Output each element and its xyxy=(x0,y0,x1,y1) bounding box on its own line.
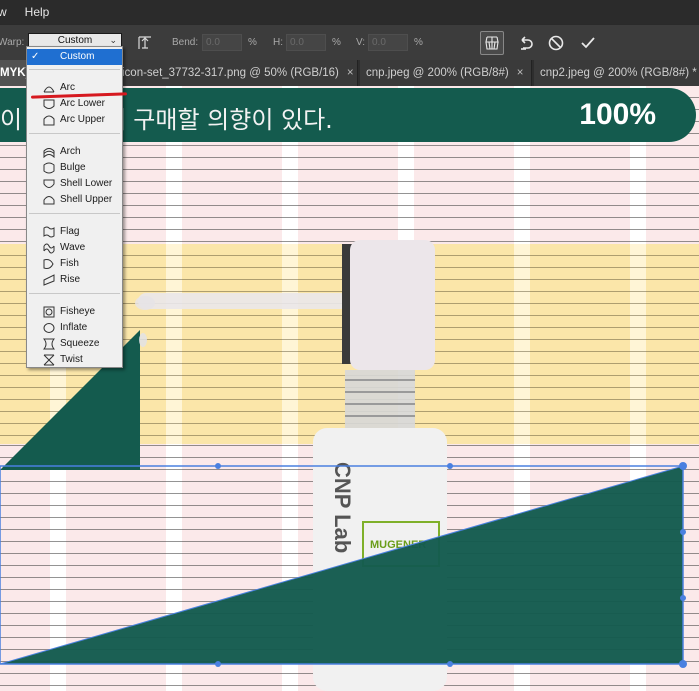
warp-option-label: Fisheye xyxy=(60,306,96,317)
warp-option-flag[interactable]: Flag xyxy=(27,224,122,240)
inflate-icon xyxy=(43,323,55,333)
commit-transform-icon[interactable] xyxy=(576,31,600,55)
warp-label: Warp: xyxy=(0,37,25,48)
warp-option-arc-lower[interactable]: Arc Lower xyxy=(27,96,122,112)
warp-option-twist[interactable]: Twist xyxy=(27,352,122,368)
warp-orientation-icon[interactable] xyxy=(133,31,157,55)
fisheye-icon xyxy=(43,306,55,318)
arc-upper-icon xyxy=(43,115,55,126)
warp-option-label: Arc Lower xyxy=(60,98,106,109)
warp-option-label: Bulge xyxy=(60,162,86,173)
arch-icon xyxy=(43,148,55,158)
warp-option-arch[interactable]: Arch xyxy=(27,144,122,160)
warp-option-arc-upper[interactable]: Arc Upper xyxy=(27,112,122,128)
wave-icon xyxy=(43,243,55,254)
droplet xyxy=(139,333,147,347)
menu-divider xyxy=(29,133,120,134)
h-distortion-label: H: xyxy=(273,37,283,48)
dropper-tube xyxy=(138,293,348,309)
warp-option-squeeze[interactable]: Squeeze xyxy=(27,336,122,352)
tab-label: MYK) xyxy=(0,67,30,79)
arc-lower-icon xyxy=(43,99,55,109)
tab-cnp2[interactable]: cnp2.jpeg @ 200% (RGB/8#) * xyxy=(534,60,699,86)
warp-option-wave[interactable]: Wave xyxy=(27,240,122,256)
menu-divider xyxy=(29,69,120,70)
tab-document-cmyk[interactable]: MYK) xyxy=(0,60,30,86)
dropper-tip xyxy=(135,296,155,310)
twist-icon xyxy=(43,354,55,366)
warp-option-fish[interactable]: Fish xyxy=(27,256,122,272)
warp-option-label: Squeeze xyxy=(60,338,100,349)
menu-item-window[interactable]: w xyxy=(0,5,13,19)
warp-option-label: Shell Upper xyxy=(60,194,113,205)
menu-divider xyxy=(29,293,120,294)
h-distortion-input[interactable]: 0.0 xyxy=(286,34,326,51)
fish-icon xyxy=(43,259,54,269)
warp-option-label: Arch xyxy=(60,146,81,157)
warp-option-label: Fish xyxy=(60,258,79,269)
warp-option-label: Inflate xyxy=(60,322,88,333)
warp-option-label: Flag xyxy=(60,226,80,237)
tab-label: icon-set_37732-317.png @ 50% (RGB/16) xyxy=(122,67,339,79)
warp-option-label: Twist xyxy=(60,354,83,365)
warp-option-shell-upper[interactable]: Shell Upper xyxy=(27,192,122,208)
bend-input[interactable]: 0.0 xyxy=(202,34,242,51)
warp-mesh-toggle-icon[interactable] xyxy=(480,31,504,55)
warp-option-rise[interactable]: Rise xyxy=(27,272,122,288)
v-distortion-label: V: xyxy=(356,37,366,48)
v-distortion-unit: % xyxy=(414,37,423,48)
warp-option-label: Rise xyxy=(60,274,81,285)
bend-unit: % xyxy=(248,37,257,48)
flag-icon xyxy=(43,226,55,238)
bottle-brand-text: CNP Lab xyxy=(330,462,355,553)
h-distortion-unit: % xyxy=(332,37,341,48)
shell-upper-icon xyxy=(43,196,55,205)
menu-bar: w Help xyxy=(0,0,699,24)
menu-item-help[interactable]: Help xyxy=(25,5,56,19)
warp-option-bulge[interactable]: Bulge xyxy=(27,160,122,176)
warp-option-shell-lower[interactable]: Shell Lower xyxy=(27,176,122,192)
warp-option-label: Arc Upper xyxy=(60,114,106,125)
squeeze-icon xyxy=(43,338,55,350)
warp-option-label: Custom xyxy=(60,51,95,62)
tab-label: cnp.jpeg @ 200% (RGB/8#) xyxy=(366,67,509,79)
cancel-transform-icon[interactable] xyxy=(544,31,568,55)
v-distortion-input[interactable]: 0.0 xyxy=(368,34,408,51)
warp-option-fisheye[interactable]: Fisheye xyxy=(27,304,122,320)
warp-option-label: Wave xyxy=(60,242,86,253)
arc-icon xyxy=(43,86,55,93)
warp-option-label: Arc xyxy=(60,82,75,93)
warp-option-label: Shell Lower xyxy=(60,178,113,189)
bulge-icon xyxy=(43,162,55,174)
dropper-bulb xyxy=(350,240,435,370)
warp-select-value: Custom xyxy=(57,35,93,46)
bend-label: Bend: xyxy=(172,37,199,48)
close-icon[interactable]: × xyxy=(347,67,354,79)
warp-option-inflate[interactable]: Inflate xyxy=(27,320,122,336)
shell-lower-icon xyxy=(43,179,55,188)
warp-option-custom[interactable]: ✓ Custom xyxy=(27,49,122,65)
close-icon[interactable]: × xyxy=(517,67,524,79)
tab-cnp[interactable]: cnp.jpeg @ 200% (RGB/8#) × xyxy=(360,60,532,86)
reset-warp-icon[interactable] xyxy=(514,31,538,55)
tab-icon-set[interactable]: icon-set_37732-317.png @ 50% (RGB/16) × xyxy=(116,60,358,86)
check-icon: ✓ xyxy=(31,51,40,62)
tab-label: cnp2.jpeg @ 200% (RGB/8#) * xyxy=(540,67,697,79)
rise-icon xyxy=(43,274,55,286)
menu-divider xyxy=(29,213,120,214)
